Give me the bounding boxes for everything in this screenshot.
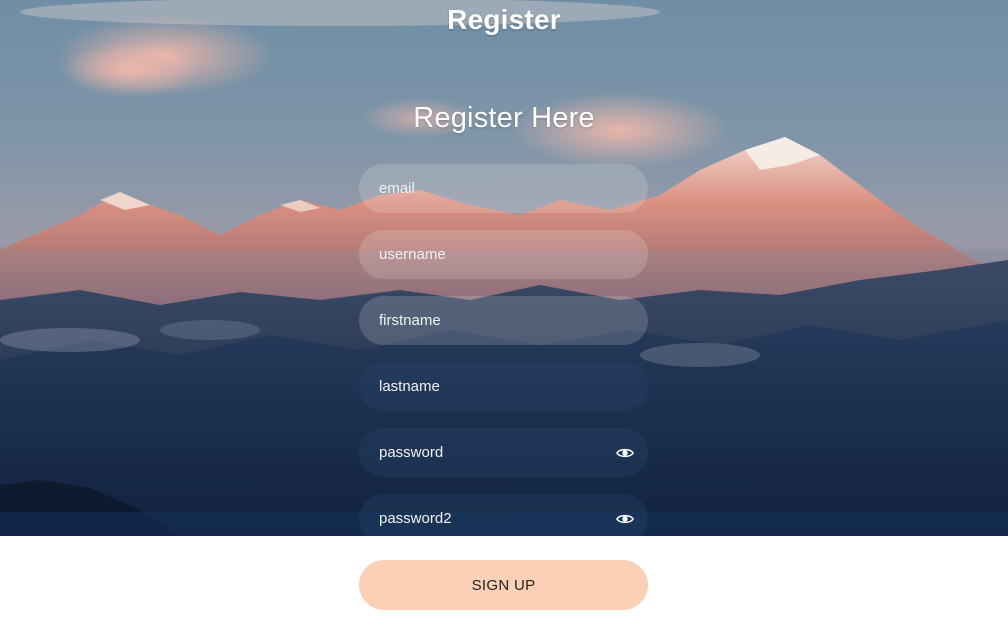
password-input[interactable] (359, 428, 648, 477)
eye-icon[interactable] (616, 446, 634, 460)
password2-input[interactable] (359, 494, 648, 536)
firstname-input[interactable] (359, 296, 648, 345)
lastname-input[interactable] (359, 362, 648, 411)
eye-icon[interactable] (616, 512, 634, 526)
password2-field[interactable] (359, 494, 648, 536)
email-input[interactable] (359, 164, 648, 213)
username-input[interactable] (359, 230, 648, 279)
password-field[interactable] (359, 428, 648, 477)
sign-up-button[interactable]: SIGN UP (359, 560, 648, 610)
firstname-field[interactable] (359, 296, 648, 345)
page-title: Register (447, 4, 561, 35)
username-field[interactable] (359, 230, 648, 279)
hero-background: Register Register Here (0, 0, 1008, 536)
email-field[interactable] (359, 164, 648, 213)
lastname-field[interactable] (359, 362, 648, 411)
form-heading: Register Here (413, 102, 595, 134)
